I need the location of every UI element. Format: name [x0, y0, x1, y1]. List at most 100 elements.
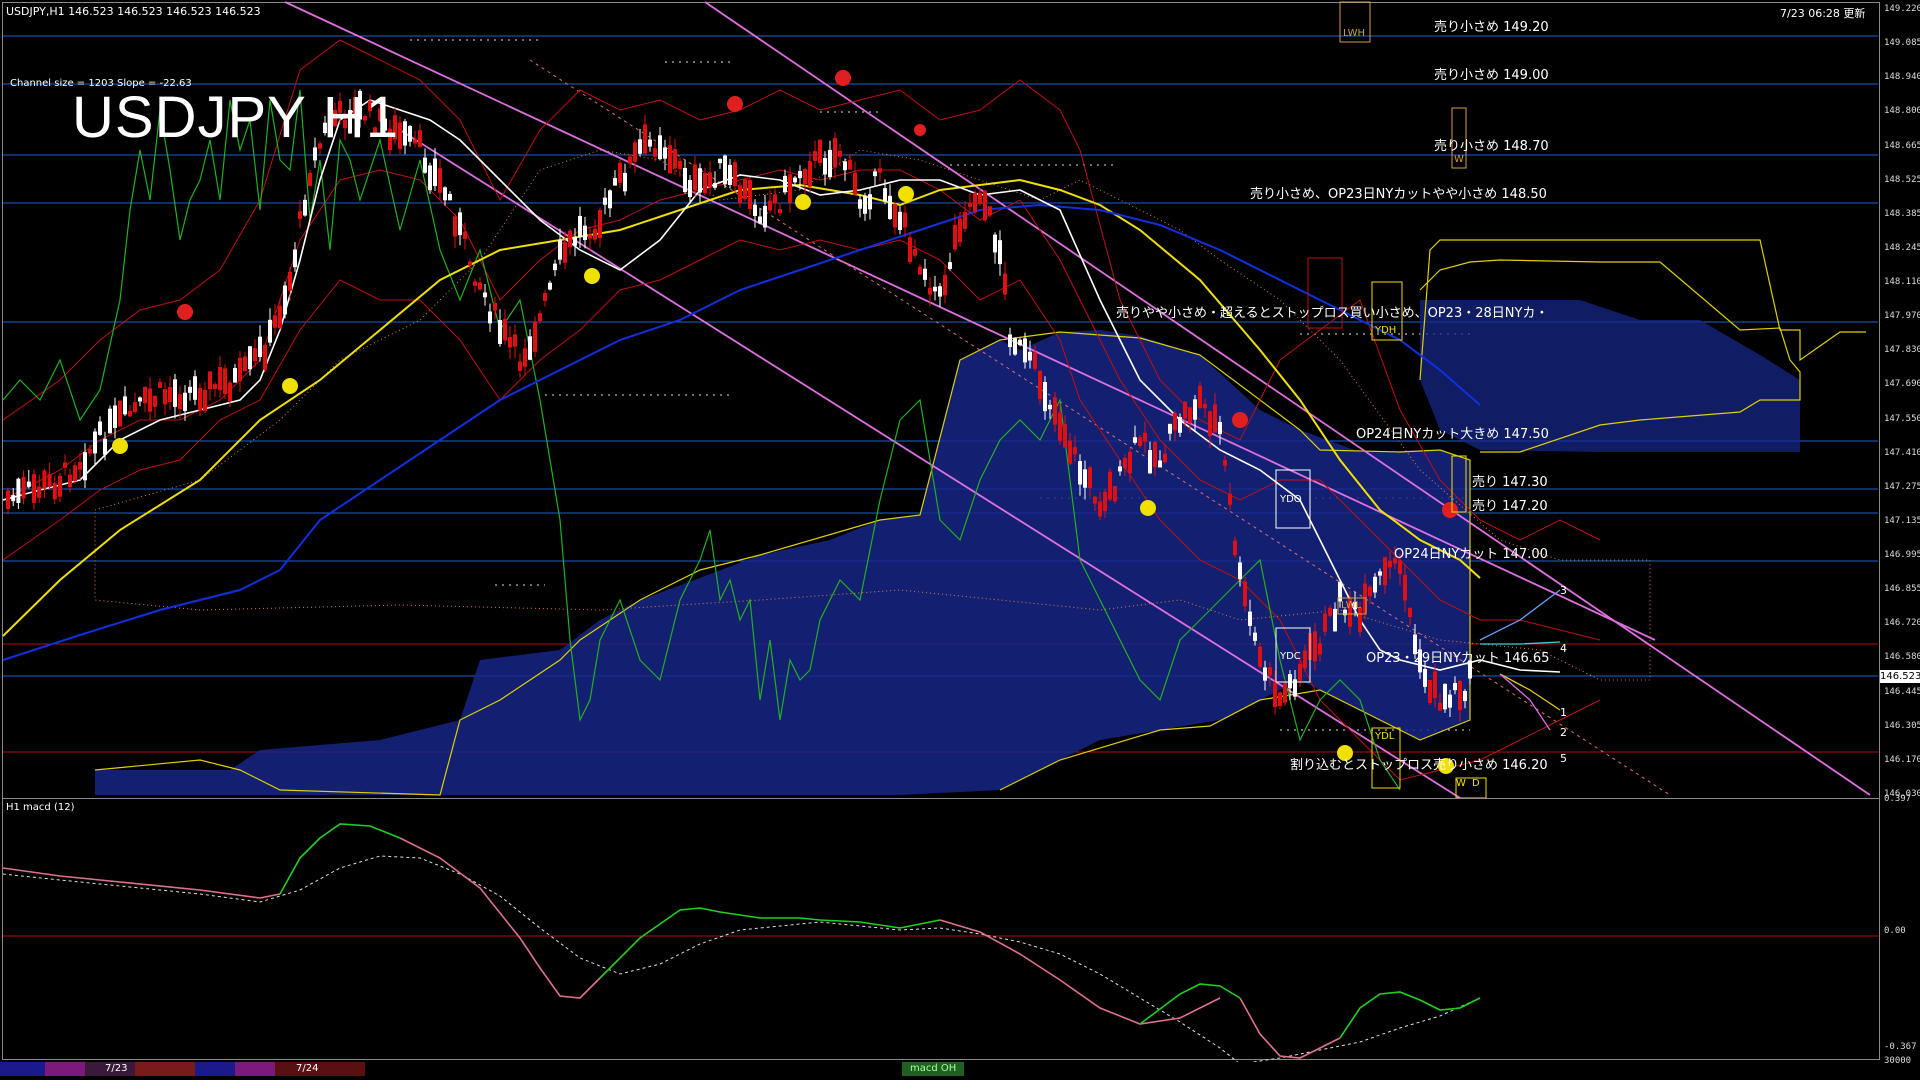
candle-body	[753, 204, 757, 216]
annotation-14870: 売り小さめ 148.70	[1434, 139, 1549, 154]
candle-body	[1048, 404, 1052, 410]
candle-body	[438, 168, 442, 193]
strip-seg	[135, 1062, 195, 1076]
candle-body	[563, 242, 567, 263]
candle-body	[263, 344, 267, 370]
fractal-down	[1232, 412, 1248, 428]
fractal-down	[914, 124, 926, 136]
candle-body	[728, 164, 732, 186]
price-axis-label: 148.665	[1884, 140, 1920, 151]
price-axis-label: 146.995	[1884, 550, 1920, 561]
candle-body	[1358, 607, 1362, 633]
candle-body	[203, 389, 207, 412]
annotation-14720: 売り 147.20	[1472, 499, 1548, 514]
projection-label-2: 2	[1560, 726, 1567, 739]
candle-body	[238, 357, 242, 382]
annotation-14850: 売り小さめ、OP23日NYカットやや小さめ 148.50	[1250, 187, 1547, 202]
candle-body	[938, 286, 942, 297]
candle-body	[793, 177, 797, 183]
candle-body	[423, 157, 427, 173]
candle-body	[1043, 382, 1047, 412]
candle-body	[798, 171, 802, 179]
projection-label-4: 4	[1560, 642, 1567, 655]
candle-body	[1203, 403, 1207, 409]
candle-body	[858, 199, 862, 209]
candle-body	[898, 211, 902, 231]
candle-body	[613, 178, 617, 186]
candle-body	[1398, 560, 1402, 574]
trading-chart-window[interactable]: USDJPY,H1 146.523 146.523 146.523 146.52…	[0, 0, 1920, 1080]
candle-body	[11, 495, 16, 502]
candle-body	[93, 431, 97, 454]
macd-chart[interactable]	[0, 798, 1880, 1062]
candle-body	[818, 139, 822, 164]
candle-body	[788, 174, 792, 203]
candle-body	[1153, 441, 1157, 468]
candle-body	[603, 197, 607, 205]
candle-body	[1143, 432, 1147, 442]
fractal-down	[835, 70, 851, 86]
candle-body	[1303, 650, 1307, 669]
macd-axis-label: -0.367	[1884, 1042, 1917, 1052]
candle-body	[1103, 491, 1107, 512]
candle-body	[163, 389, 167, 405]
date-strip[interactable]: 7/23 7/24 macd OH	[0, 1062, 1880, 1076]
price-axis-label: 147.410	[1884, 447, 1920, 458]
price-axis-label: 148.385	[1884, 208, 1920, 219]
candle-body	[1028, 351, 1032, 361]
fractal-down	[727, 96, 743, 112]
candle-body	[528, 336, 532, 360]
candle-body	[253, 348, 257, 362]
candle-body	[918, 266, 922, 275]
price-axis-label: 147.135	[1884, 515, 1920, 526]
candle-body	[758, 216, 762, 224]
fractal-up	[795, 194, 811, 210]
candle-body	[633, 142, 637, 162]
candle-body	[1253, 632, 1257, 641]
candle-body	[1068, 440, 1072, 464]
candle-body	[123, 396, 127, 415]
candle-body	[178, 394, 182, 410]
macd-axis[interactable]: 0.397 0.00 -0.367 30000	[1880, 794, 1920, 1066]
candle-body	[498, 319, 502, 345]
candle-body	[1158, 460, 1162, 468]
candle-body	[1008, 334, 1012, 348]
candle-body	[763, 205, 767, 228]
candle-body	[1378, 571, 1382, 576]
candle-body	[543, 293, 547, 301]
candle-body	[553, 263, 557, 271]
candle-body	[1063, 424, 1067, 448]
candle-body	[1248, 611, 1252, 626]
candle-body	[508, 337, 512, 348]
candle-body	[1458, 680, 1462, 711]
price-axis-label: 146.720	[1884, 618, 1920, 629]
projection-line-3	[1479, 589, 1561, 641]
candle-body	[1463, 690, 1467, 702]
projection-label-3: 3	[1560, 584, 1567, 597]
candle-body	[1133, 437, 1137, 443]
candle-body	[1213, 404, 1217, 433]
candle-body	[768, 200, 772, 211]
candle-body	[963, 211, 967, 229]
candle-body	[648, 139, 652, 147]
candle-body	[1078, 461, 1082, 485]
candle-body	[1178, 417, 1182, 433]
candle-body	[258, 336, 262, 358]
candle-body	[598, 209, 602, 238]
box-label-ydo: YDO	[1280, 494, 1302, 505]
candle-body	[308, 172, 312, 186]
candle-body	[813, 151, 817, 161]
price-axis-label: 147.690	[1884, 379, 1920, 390]
candle-body	[208, 371, 212, 390]
candle-body	[663, 147, 667, 159]
price-axis-label: 147.830	[1884, 345, 1920, 356]
candle-body	[883, 188, 887, 202]
candle-body	[708, 172, 712, 188]
candle-body	[928, 287, 932, 295]
candle-body	[218, 366, 222, 391]
candle-body	[1113, 486, 1117, 502]
candle-body	[1228, 493, 1232, 505]
candle-body	[448, 193, 452, 201]
fractal-up	[282, 378, 298, 394]
candle-body	[1258, 646, 1262, 667]
